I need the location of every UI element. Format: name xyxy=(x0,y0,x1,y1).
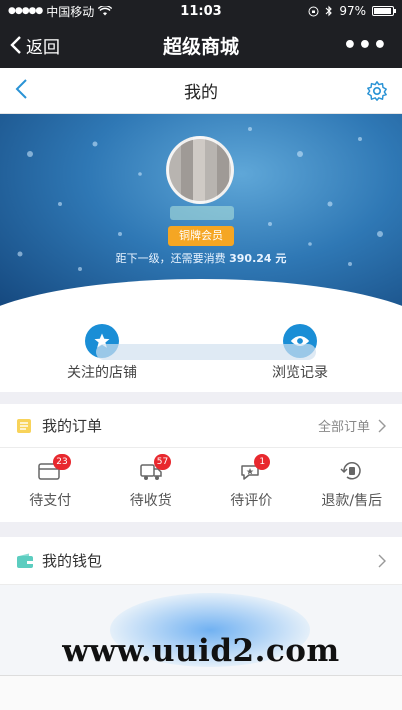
order-pending-payment[interactable]: 23 待支付 xyxy=(0,448,101,522)
orientation-lock-icon xyxy=(308,6,319,16)
level-note-prefix: 距下一级，还需要消费 xyxy=(115,252,226,265)
wallet-row[interactable]: 我的钱包 xyxy=(0,537,402,585)
carrier-label: 中国移动 xyxy=(46,4,95,19)
battery-icon xyxy=(372,6,396,16)
blurred-overlay xyxy=(96,344,316,360)
more-options-button[interactable]: ••• xyxy=(302,33,402,58)
signal-icon: ●●●●● xyxy=(8,6,43,16)
wallet-title: 我的钱包 xyxy=(42,552,103,570)
tab-2[interactable] xyxy=(80,676,160,710)
pending-delivery-label: 待收货 xyxy=(129,493,172,509)
clock: 11:03 xyxy=(180,3,222,19)
app-title: 超级商城 xyxy=(162,35,239,58)
profile-banner: 铜牌会员 距下一级，还需要消费 390.24 元 xyxy=(0,114,402,314)
settings-button[interactable] xyxy=(342,80,402,102)
page-title: 我的 xyxy=(184,83,218,103)
refund-icon xyxy=(339,460,365,482)
chevron-left-icon xyxy=(10,36,21,54)
bluetooth-icon xyxy=(325,5,333,17)
tab-5[interactable] xyxy=(322,676,402,710)
orders-card: 我的订单 全部订单 23 待支付 57 待收货 1 待评价 退款/售后 xyxy=(0,404,402,522)
tab-1[interactable] xyxy=(0,676,80,710)
shortcuts-row: 关注的店铺 浏览记录 xyxy=(0,314,402,392)
orders-header: 我的订单 全部订单 xyxy=(0,404,402,448)
pending-review-label: 待评价 xyxy=(230,493,273,509)
followed-shops-label: 关注的店铺 xyxy=(67,365,137,381)
chevron-right-icon xyxy=(378,554,386,567)
pending-payment-label: 待支付 xyxy=(29,493,72,509)
browse-history-label: 浏览记录 xyxy=(272,365,328,381)
refund-label: 退款/售后 xyxy=(321,493,383,509)
all-orders-label: 全部订单 xyxy=(317,420,370,435)
pending-delivery-badge: 57 xyxy=(153,454,172,470)
gear-icon xyxy=(367,80,387,101)
wechat-nav-bar: 返回 超级商城 ••• xyxy=(0,22,402,68)
clipboard-icon xyxy=(17,418,31,433)
back-label: 返回 xyxy=(26,37,60,58)
wifi-icon xyxy=(98,6,113,16)
orders-title: 我的订单 xyxy=(42,417,103,435)
battery-percent: 97% xyxy=(339,4,366,18)
username-blurred xyxy=(170,206,234,220)
back-button[interactable]: 返回 xyxy=(0,33,100,58)
level-progress-text: 距下一级，还需要消费 390.24 元 xyxy=(0,250,402,266)
wallet-card: 我的钱包 xyxy=(0,537,402,585)
pending-payment-badge: 23 xyxy=(53,454,71,470)
level-note-amount: 390.24 元 xyxy=(229,252,287,265)
all-orders-link[interactable]: 全部订单 xyxy=(318,416,386,435)
avatar[interactable] xyxy=(166,136,234,204)
order-refund-aftersale[interactable]: 退款/售后 xyxy=(302,448,402,522)
page-back-button[interactable] xyxy=(0,78,60,104)
truck-icon: 57 xyxy=(138,454,172,482)
order-pending-delivery[interactable]: 57 待收货 xyxy=(101,448,202,522)
order-pending-review[interactable]: 1 待评价 xyxy=(201,448,302,522)
wallet-icon xyxy=(17,553,33,568)
chevron-left-icon xyxy=(15,78,27,99)
pending-review-badge: 1 xyxy=(254,454,271,470)
chevron-right-icon xyxy=(378,419,386,432)
tab-4[interactable] xyxy=(241,676,321,710)
review-icon: 1 xyxy=(238,454,271,482)
member-level-badge: 铜牌会员 xyxy=(168,226,234,246)
watermark: www.uuid2.com xyxy=(62,633,340,669)
wallet-card-icon: 23 xyxy=(37,454,71,482)
bottom-tab-bar xyxy=(0,675,402,710)
status-bar: ●●●●● 中国移动 11:03 97% xyxy=(0,0,402,22)
page-header: 我的 xyxy=(0,68,402,114)
tab-3[interactable] xyxy=(161,676,241,710)
